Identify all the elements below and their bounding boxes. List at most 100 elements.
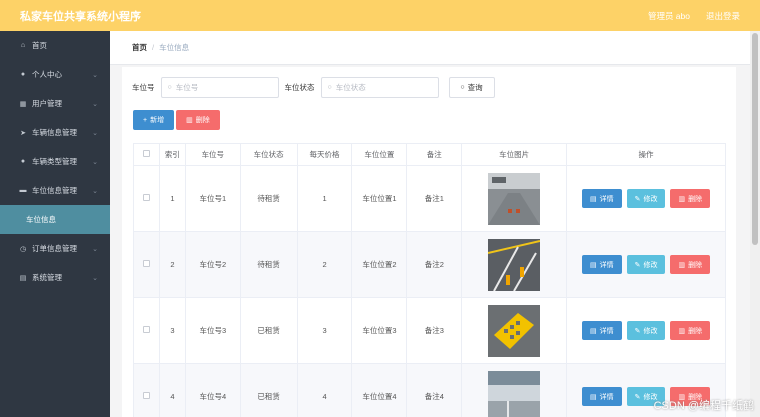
detail-button[interactable]: ▤ 详情	[581, 189, 622, 208]
table-row: 1 车位号1 待租赁 1 车位位置1 备注1 ▤ 详情 ✎ 修改 ▥ 删除	[133, 165, 726, 232]
cell-spot-no: 车位号3	[184, 297, 241, 364]
col-remark: 备注	[406, 143, 463, 166]
detail-button-label: 详情	[599, 393, 614, 401]
row-delete-button[interactable]: ▥ 删除	[670, 321, 711, 340]
sidebar-item[interactable]: ▬ 车位信息管理 ⌄	[0, 176, 110, 205]
sidebar-item[interactable]: ▦ 用户管理 ⌄	[0, 89, 110, 118]
sidebar-item[interactable]: ⌂ 首页	[0, 31, 110, 60]
toolbar: + 新增 ▥ 删除	[133, 110, 220, 130]
sidebar-item-label: 车位信息	[26, 215, 56, 224]
edit-button[interactable]: ✎ 修改	[626, 321, 666, 340]
user-icon: ●	[20, 158, 26, 165]
edit-button-label: 修改	[643, 195, 658, 203]
detail-button[interactable]: ▤ 详情	[581, 321, 622, 340]
detail-button-label: 详情	[599, 261, 614, 269]
row-checkbox[interactable]	[133, 165, 160, 232]
parking-spot-image[interactable]	[488, 304, 541, 357]
breadcrumb-home[interactable]: 首页	[132, 42, 147, 53]
cell-remark: 备注1	[406, 165, 463, 232]
cell-remark: 备注2	[406, 231, 463, 298]
cell-spot-no: 车位号2	[184, 231, 241, 298]
cell-spot-no: 车位号1	[184, 165, 241, 232]
chevron-down-icon: ⌄	[92, 100, 98, 108]
sidebar-item[interactable]: ▤ 系统管理 ⌄	[0, 263, 110, 292]
trash-icon: ▥	[678, 195, 686, 203]
search-button[interactable]: ○ 查询	[448, 77, 495, 98]
sidebar-item[interactable]: ➤ 车辆信息管理 ⌄	[0, 118, 110, 147]
cell-status: 已租赁	[239, 297, 298, 364]
cell-index: 2	[158, 231, 186, 298]
spot-table: 索引 车位号 车位状态 每天价格 车位位置 备注 车位图片 操作 1 车位号1 待租…	[133, 143, 726, 417]
col-price: 每天价格	[296, 143, 353, 166]
sidebar-item-label: 车辆信息管理	[32, 128, 77, 137]
breadcrumb: 首页 / 车位信息	[110, 31, 750, 65]
cell-price: 4	[296, 363, 353, 417]
sidebar-item-label: 用户管理	[32, 99, 62, 108]
main-content: 首页 / 车位信息 车位号 ○ 车位号 车位状态 ○ 车位状态 ○ 查询 + 新…	[110, 31, 750, 417]
add-button-label: 新增	[150, 117, 165, 124]
parking-spot-image[interactable]	[488, 370, 541, 417]
sidebar: ⌂ 首页 ● 个人中心 ⌄ ▦ 用户管理 ⌄ ➤ 车辆信息管理 ⌄ ● 车辆类型管理 ⌄ ▬ 车位信息管理 ⌄ 车…	[0, 31, 110, 417]
select-all-checkbox[interactable]	[133, 143, 160, 166]
cell-price: 2	[296, 231, 353, 298]
cell-location: 车位位置2	[351, 231, 408, 298]
edit-button[interactable]: ✎ 修改	[626, 189, 666, 208]
spot-no-input[interactable]: ○ 车位号	[160, 77, 279, 98]
edit-button-label: 修改	[643, 327, 658, 335]
cell-status: 待租赁	[239, 231, 298, 298]
col-index: 索引	[158, 143, 186, 166]
cell-status: 已租赁	[239, 363, 298, 417]
sidebar-item-label: 车辆类型管理	[32, 157, 77, 166]
row-checkbox[interactable]	[133, 363, 160, 417]
edit-button[interactable]: ✎ 修改	[626, 255, 666, 274]
sidebar-item[interactable]: ● 个人中心 ⌄	[0, 60, 110, 89]
row-delete-button-label: 删除	[688, 195, 703, 203]
row-delete-button[interactable]: ▥ 删除	[670, 189, 711, 208]
sidebar-item-label: 个人中心	[32, 70, 62, 79]
table-row: 2 车位号2 待租赁 2 车位位置2 备注2 ▤ 详情 ✎ 修改 ▥ 删除	[133, 231, 726, 298]
detail-button[interactable]: ▤ 详情	[581, 387, 622, 406]
add-button[interactable]: + 新增	[133, 110, 175, 130]
delete-button[interactable]: ▥ 删除	[176, 110, 220, 130]
pencil-icon: ✎	[634, 393, 641, 401]
row-checkbox[interactable]	[133, 231, 160, 298]
sidebar-item-label: 车位信息管理	[32, 186, 77, 195]
cell-actions: ▤ 详情 ✎ 修改 ▥ 删除	[566, 165, 726, 232]
breadcrumb-current: 车位信息	[159, 43, 190, 52]
edit-button-label: 修改	[643, 261, 658, 269]
sidebar-item[interactable]: ● 车辆类型管理 ⌄	[0, 147, 110, 176]
sidebar-item[interactable]: 车位信息	[0, 205, 110, 234]
pencil-icon: ✎	[634, 327, 641, 335]
chevron-down-icon: ⌄	[92, 187, 98, 195]
search-button-label: 查询	[467, 83, 483, 92]
user-icon: ●	[20, 71, 26, 78]
status-input[interactable]: ○ 车位状态	[320, 77, 439, 98]
delete-button-label: 删除	[195, 117, 210, 124]
sidebar-item-label: 系统管理	[32, 273, 62, 282]
doc-icon: ▤	[19, 274, 27, 282]
breadcrumb-separator: /	[152, 43, 155, 52]
row-delete-button[interactable]: ▥ 删除	[670, 255, 711, 274]
sidebar-item[interactable]: ◷ 订单信息管理 ⌄	[0, 234, 110, 263]
cell-location: 车位位置4	[351, 363, 408, 417]
cell-index: 3	[158, 297, 186, 364]
top-bar: 私家车位共享系统小程序 管理员 abo 退出登录	[0, 0, 760, 31]
parking-spot-image[interactable]	[488, 238, 541, 291]
content-card: 车位号 ○ 车位号 车位状态 ○ 车位状态 ○ 查询 + 新增 ▥ 删除 索引 …	[122, 67, 736, 417]
home-icon: ⌂	[20, 42, 26, 49]
cell-image	[461, 297, 568, 364]
cell-actions: ▤ 详情 ✎ 修改 ▥ 删除	[566, 231, 726, 298]
scrollbar-thumb[interactable]	[752, 33, 758, 245]
row-checkbox[interactable]	[133, 297, 160, 364]
logout-link[interactable]: 退出登录	[706, 10, 740, 22]
cell-remark: 备注3	[406, 297, 463, 364]
send-icon: ➤	[20, 129, 26, 137]
chevron-down-icon: ⌄	[92, 245, 98, 253]
col-spot-no: 车位号	[184, 143, 241, 166]
detail-button[interactable]: ▤ 详情	[581, 255, 622, 274]
sidebar-item-label: 订单信息管理	[32, 244, 77, 253]
parking-spot-image[interactable]	[488, 172, 541, 225]
page-scrollbar[interactable]	[750, 31, 760, 417]
cell-image	[461, 165, 568, 232]
cell-price: 1	[296, 165, 353, 232]
